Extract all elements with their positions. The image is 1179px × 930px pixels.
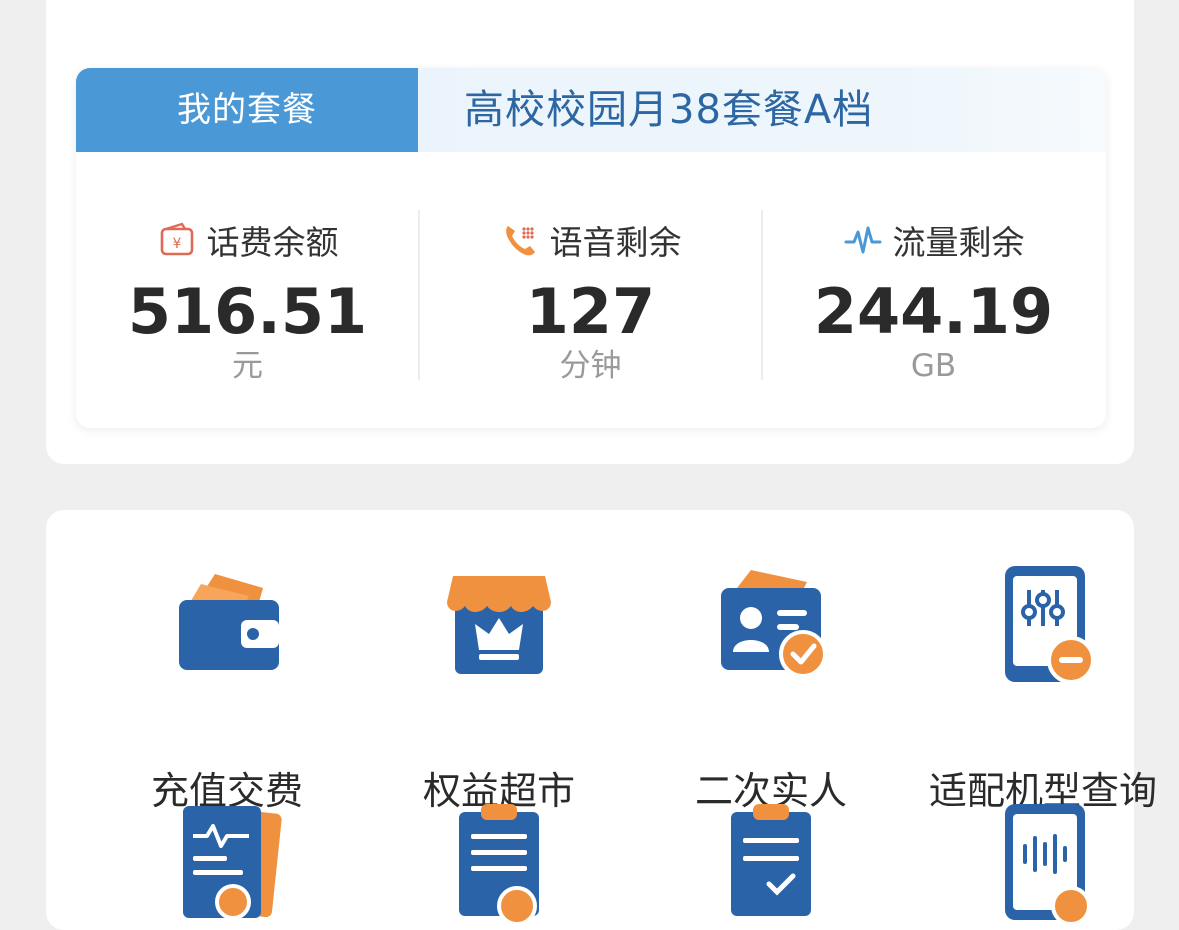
stat-voice[interactable]: 语音剩余 127 分钟 <box>419 152 762 428</box>
stat-voice-value: 127 <box>525 275 656 348</box>
service-order-clipboard[interactable] <box>635 802 907 922</box>
service-bill-clipboard[interactable] <box>363 802 635 922</box>
stat-balance[interactable]: ¥ 话费余额 516.51 元 <box>76 152 419 428</box>
stat-voice-label: 语音剩余 <box>549 223 682 262</box>
stat-balance-label: 话费余额 <box>206 223 339 262</box>
service-real-name-verify[interactable]: 二次实人 <box>635 566 907 826</box>
stat-data-label-row: 流量剩余 <box>762 216 1105 264</box>
stat-data-unit: GB <box>910 348 957 384</box>
my-plan-tab[interactable]: 我的套餐 <box>76 68 418 152</box>
stat-balance-value: 516.51 <box>127 275 368 348</box>
wallet-icon <box>179 574 279 670</box>
stat-voice-unit: 分钟 <box>559 348 622 384</box>
plan-panel[interactable]: 我的套餐 高校校园月38套餐A档 ¥ 话费余额 516.51 元 语音剩余 12… <box>76 68 1106 428</box>
wallet-yuan-icon: ¥ <box>160 222 193 256</box>
stat-balance-label-row: ¥ 话费余额 <box>76 216 419 264</box>
service-report[interactable] <box>91 802 363 922</box>
services-card: 充值交费 权益超市 二次实人 适配机型查询 <box>46 510 1157 930</box>
plan-header: 我的套餐 高校校园月38套餐A档 <box>76 68 1106 152</box>
service-recharge[interactable]: 充值交费 <box>91 566 363 826</box>
stat-voice-label-row: 语音剩余 <box>419 216 762 264</box>
stat-data-value: 244.19 <box>813 275 1054 348</box>
clipboard-yuan-icon <box>459 804 539 922</box>
report-pulse-icon <box>183 806 282 920</box>
phone-call-icon <box>505 226 535 256</box>
clipboard-check-icon <box>731 804 811 916</box>
service-compatible-model-query[interactable]: 适配机型查询 <box>907 566 1179 826</box>
phone-settings-icon <box>1005 566 1095 684</box>
id-card-check-icon <box>721 570 827 678</box>
data-wave-icon <box>844 226 881 254</box>
store-crown-icon <box>447 576 551 674</box>
stat-data[interactable]: 流量剩余 244.19 GB <box>762 152 1105 428</box>
stat-data-label: 流量剩余 <box>892 223 1025 262</box>
balance-stats: ¥ 话费余额 516.51 元 语音剩余 127 分钟 流量剩余 244.19 … <box>76 152 1106 428</box>
stat-balance-unit: 元 <box>232 348 263 384</box>
plan-name[interactable]: 高校校园月38套餐A档 <box>464 68 873 152</box>
service-voice-phone[interactable] <box>907 802 1179 922</box>
phone-voice-icon <box>1005 804 1091 922</box>
service-benefits-market[interactable]: 权益超市 <box>363 566 635 826</box>
svg-text:¥: ¥ <box>172 236 181 252</box>
